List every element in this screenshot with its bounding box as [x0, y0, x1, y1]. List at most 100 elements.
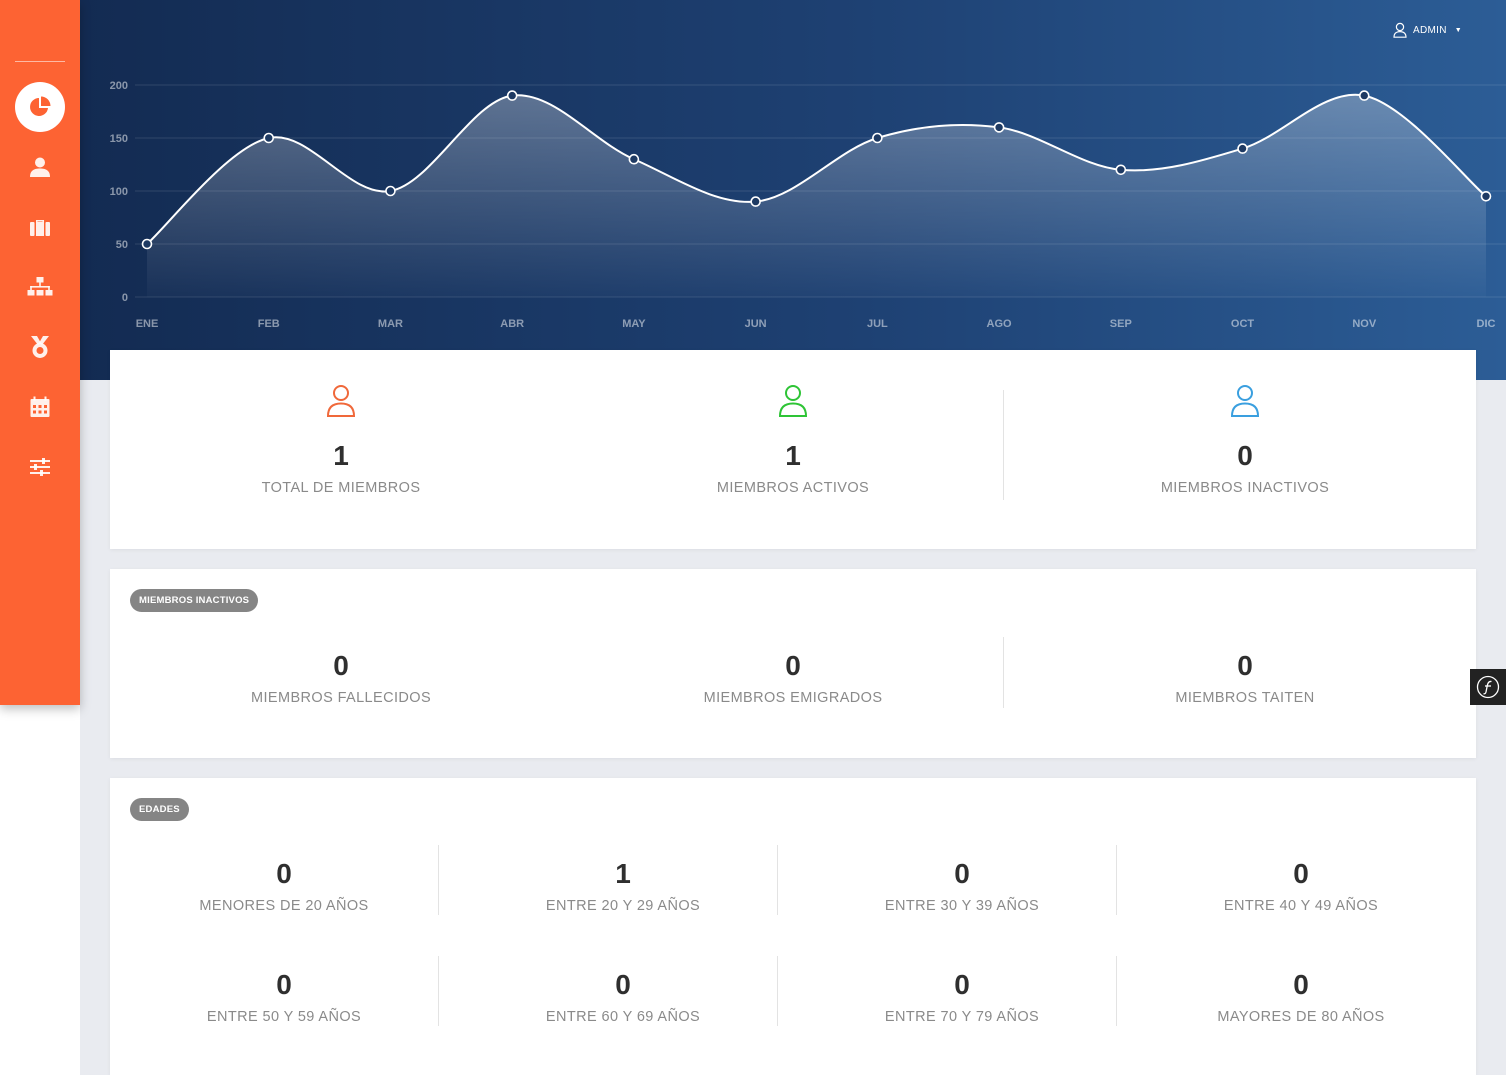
stat-label: ENTRE 40 Y 49 AÑOS: [1223, 898, 1379, 914]
stat-taiten-members: 0 MIEMBROS TAITEN: [1125, 650, 1365, 706]
stat-label: ENTRE 70 Y 79 AÑOS: [884, 1009, 1040, 1025]
chart-data-point[interactable]: [993, 122, 1005, 133]
x-tick-label: MAY: [622, 318, 646, 330]
column-divider: [438, 956, 439, 1026]
stat-label: ENTRE 60 Y 69 AÑOS: [545, 1009, 701, 1025]
x-tick-label: NOV: [1352, 318, 1377, 330]
x-tick-label: ABR: [500, 318, 524, 330]
stat-inactive-members: 0 MIEMBROS INACTIVOS: [1155, 384, 1335, 496]
stat-value: 0: [333, 650, 349, 681]
x-tick-label: JUL: [867, 318, 888, 330]
x-tick-label: ENE: [136, 318, 159, 330]
stat-age-60-69: 0 ENTRE 60 Y 69 AÑOS: [523, 969, 723, 1025]
briefcase-icon: [30, 220, 50, 236]
members-summary-card: 1 TOTAL DE MIEMBROS 1 MIEMBROS ACTIVOS 0…: [110, 350, 1476, 549]
sidebar-item-work[interactable]: [15, 202, 65, 252]
stat-value: 0: [1293, 858, 1309, 889]
x-tick-label: MAR: [378, 318, 403, 330]
stat-label: ENTRE 50 Y 59 AÑOS: [206, 1009, 362, 1025]
ages-card: EDADES 0 MENORES DE 20 AÑOS 1 ENTRE 20 Y…: [110, 778, 1476, 1075]
x-tick-label: DIC: [1477, 318, 1496, 330]
stat-label: MENORES DE 20 AÑOS: [199, 898, 369, 914]
stat-age-20-29: 1 ENTRE 20 Y 29 AÑOS: [523, 858, 723, 914]
chart-data-point[interactable]: [1480, 191, 1492, 202]
column-divider: [1003, 637, 1004, 708]
x-tick-label: FEB: [258, 318, 280, 330]
stat-label: TOTAL DE MIEMBROS: [261, 480, 421, 496]
sidebar-item-organization[interactable]: [15, 262, 65, 312]
sliders-icon: [30, 458, 50, 476]
chart-data-point[interactable]: [1237, 143, 1248, 154]
sidebar-item-awards[interactable]: [15, 322, 65, 372]
x-tick-label: SEP: [1110, 318, 1132, 330]
chart-data-point[interactable]: [385, 185, 396, 197]
x-tick-label: JUN: [745, 318, 767, 330]
stat-label: ENTRE 30 Y 39 AÑOS: [884, 898, 1040, 914]
stat-age-40-49: 0 ENTRE 40 Y 49 AÑOS: [1201, 858, 1401, 914]
stat-value: 0: [954, 969, 970, 1000]
symfony-toolbar-toggle[interactable]: [1470, 669, 1506, 705]
y-tick-label: 150: [110, 133, 128, 145]
user-menu-label: ADMIN: [1413, 24, 1447, 36]
chart-data-point[interactable]: [872, 132, 883, 144]
y-tick-label: 200: [110, 80, 128, 92]
chart-data-point[interactable]: [263, 132, 275, 144]
chart-data-point[interactable]: [506, 90, 518, 101]
chart-data-point[interactable]: [750, 196, 761, 207]
stat-value: 0: [1237, 440, 1253, 471]
chart-data-point[interactable]: [1115, 164, 1127, 176]
stat-label: MIEMBROS INACTIVOS: [1160, 480, 1330, 496]
stat-label: MIEMBROS EMIGRADOS: [703, 690, 883, 706]
stat-value: 0: [276, 858, 292, 889]
symfony-logo-icon: [1476, 675, 1500, 699]
stat-value: 0: [1237, 650, 1253, 681]
stat-age-70-79: 0 ENTRE 70 Y 79 AÑOS: [862, 969, 1062, 1025]
chart-data-point[interactable]: [141, 238, 153, 250]
medal-icon: [31, 336, 49, 358]
sitemap-icon: [27, 277, 53, 296]
column-divider: [1116, 956, 1117, 1026]
user-outline-icon: [326, 385, 356, 417]
stat-active-members: 1 MIEMBROS ACTIVOS: [703, 384, 883, 496]
stat-value: 0: [785, 650, 801, 681]
stat-value: 0: [954, 858, 970, 889]
column-divider: [1116, 845, 1117, 915]
column-divider: [1003, 390, 1004, 500]
user-outline-icon: [1393, 22, 1407, 38]
section-badge: MIEMBROS INACTIVOS: [130, 589, 259, 612]
stat-label: MAYORES DE 80 AÑOS: [1217, 1009, 1385, 1025]
calendar-icon: [30, 396, 50, 417]
column-divider: [438, 845, 439, 915]
stat-value: 0: [1293, 969, 1309, 1000]
stat-emigrated-members: 0 MIEMBROS EMIGRADOS: [673, 650, 913, 706]
x-tick-label: OCT: [1231, 318, 1255, 330]
column-divider: [777, 956, 778, 1026]
chart-data-point[interactable]: [1358, 90, 1370, 101]
stat-label: MIEMBROS TAITEN: [1175, 690, 1315, 706]
stat-deceased-members: 0 MIEMBROS FALLECIDOS: [221, 650, 461, 706]
sidebar-item-calendar[interactable]: [15, 382, 65, 432]
stat-total-members: 1 TOTAL DE MIEMBROS: [251, 384, 431, 496]
stat-label: MIEMBROS FALLECIDOS: [250, 690, 432, 706]
user-outline-icon: [1230, 385, 1260, 417]
x-tick-label: AGO: [987, 318, 1013, 330]
caret-down-icon: ▼: [1454, 26, 1462, 34]
user-outline-icon: [778, 385, 808, 417]
stat-value: 1: [333, 440, 349, 471]
user-menu[interactable]: ADMIN ▼: [1393, 22, 1462, 38]
sidebar-item-dashboard[interactable]: [15, 82, 65, 132]
section-badge: EDADES: [130, 798, 189, 821]
stat-label: ENTRE 20 Y 29 AÑOS: [545, 898, 701, 914]
stat-value: 0: [276, 969, 292, 1000]
sidebar-divider: [15, 61, 65, 62]
user-icon: [30, 157, 50, 177]
sidebar-item-settings[interactable]: [15, 442, 65, 492]
y-tick-label: 50: [116, 239, 128, 251]
stat-age-over-80: 0 MAYORES DE 80 AÑOS: [1201, 969, 1401, 1025]
sidebar: [0, 0, 80, 705]
monthly-members-chart: 0 50 100 150 200 ENE FEB MAR ABR MAY JUN JUL AGO SEP…: [110, 80, 1506, 330]
sidebar-item-members[interactable]: [15, 142, 65, 192]
chart-data-point[interactable]: [628, 153, 640, 165]
stat-label: MIEMBROS ACTIVOS: [716, 480, 870, 496]
chart-area-fill: [147, 94, 1486, 297]
